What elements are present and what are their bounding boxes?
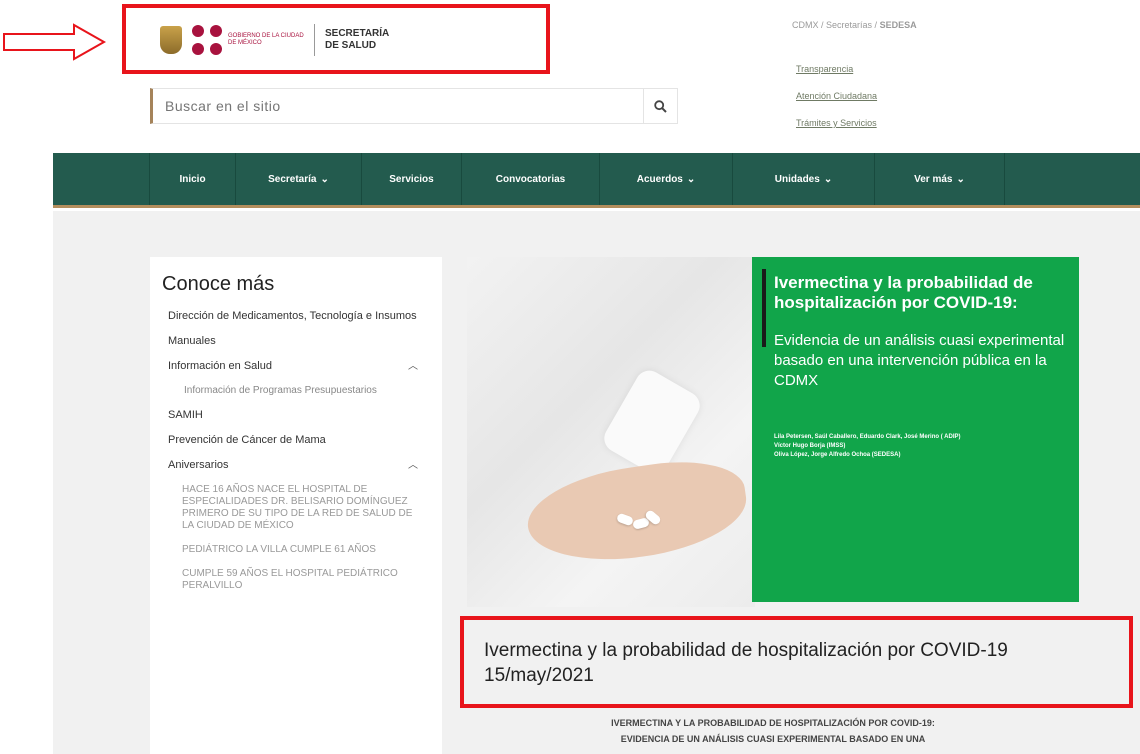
breadcrumb-current: SEDESA (879, 20, 917, 30)
nav-item-label: Unidades (774, 173, 820, 185)
hero-authors: Lila Petersen, Saúl Caballero, Eduardo C… (774, 433, 1065, 460)
sidebar-item-samih[interactable]: SAMIH (168, 409, 424, 422)
chevron-down-icon: ⌄ (686, 173, 696, 185)
page: GOBIERNO DE LA CIUDAD DE MÉXICO SECRETAR… (0, 0, 1140, 754)
sidebar-item-manuales[interactable]: Manuales (168, 335, 424, 348)
top-links: Transparencia Atención Ciudadana Trámite… (796, 56, 877, 137)
hero-author-line: Víctor Hugo Borja (IMSS) (774, 443, 846, 449)
nav-item-ver-mas[interactable]: Ver más ⌄ (875, 153, 1005, 205)
sidebar-item-label: Dirección de Medicamentos, Tecnología e … (168, 310, 417, 322)
sidebar-item-aniversarios[interactable]: Aniversarios ︿ (168, 459, 424, 472)
breadcrumb-cdmx[interactable]: CDMX (792, 20, 819, 30)
main-nav: Inicio Secretaría ⌄ Servicios Convocatori… (53, 153, 1140, 208)
hand-image (521, 452, 753, 572)
hero-author-line: Oliva López, Jorge Alfredo Ochoa (SEDESA… (774, 452, 901, 458)
hero-subtitle: Evidencia de un análisis cuasi experimen… (774, 332, 1065, 389)
nav-item-label: Acuerdos (636, 173, 683, 185)
nav-item-inicio[interactable]: Inicio (150, 153, 236, 205)
sidebar-subitem-aniversario[interactable]: CUMPLE 59 AÑOS EL HOSPITAL PEDIÁTRICO PE… (182, 568, 424, 592)
gobierno-cdmx-text: GOBIERNO DE LA CIUDAD DE MÉXICO (228, 33, 304, 46)
search-bar (150, 88, 678, 124)
search-button[interactable] (643, 89, 677, 123)
logo-divider (314, 24, 315, 56)
secretaria-line: SECRETARÍA (325, 28, 390, 39)
search-icon (654, 99, 667, 113)
nav-item-secretaria[interactable]: Secretaría ⌄ (236, 153, 362, 205)
breadcrumb-secretarias[interactable]: Secretarías (826, 20, 872, 30)
breadcrumb-separator: / (818, 20, 827, 30)
tramites-servicios-link[interactable]: Trámites y Servicios (796, 110, 877, 137)
cdmx-flower-icon (192, 25, 222, 55)
breadcrumb: CDMX / Secretarías / SEDESA (792, 20, 917, 30)
nav-item-label: Ver más (914, 173, 953, 185)
nav-item-label: Secretaría (268, 173, 317, 185)
annotation-highlight-article (460, 616, 1133, 708)
chevron-down-icon: ⌄ (823, 173, 833, 185)
header-logos[interactable]: GOBIERNO DE LA CIUDAD DE MÉXICO SECRETAR… (160, 24, 389, 56)
sidebar-item-label: SAMIH (168, 409, 203, 421)
nav-item-servicios[interactable]: Servicios (362, 153, 462, 205)
sidebar-item-medicamentos[interactable]: Dirección de Medicamentos, Tecnología e … (168, 310, 424, 323)
article-body-line: EVIDENCIA DE UN ANÁLISIS CUASI EXPERIMEN… (620, 734, 926, 744)
sidebar-subitem-programas[interactable]: Información de Programas Presupuestarios (184, 385, 424, 397)
sidebar-item-label: Aniversarios (168, 459, 229, 471)
secretaria-salud-logo-text: SECRETARÍA DE SALUD (325, 28, 389, 52)
atencion-ciudadana-link[interactable]: Atención Ciudadana (796, 83, 877, 110)
nav-item-label: Inicio (179, 173, 206, 185)
nav-item-acuerdos[interactable]: Acuerdos ⌄ (600, 153, 733, 205)
sidebar-item-informacion-salud[interactable]: Información en Salud ︿ (168, 360, 424, 373)
hero-image[interactable] (467, 257, 755, 607)
chevron-up-icon[interactable]: ︿ (408, 360, 418, 373)
sidebar-item-label: Manuales (168, 335, 216, 347)
article-body-line: IVERMECTINA Y LA PROBABILIDAD DE HOSPITA… (611, 718, 935, 728)
sidebar-item-label: Información en Salud (168, 360, 272, 372)
chevron-down-icon: ⌄ (320, 173, 329, 185)
sidebar-item-label: Prevención de Cáncer de Mama (168, 434, 326, 446)
chevron-up-icon[interactable]: ︿ (408, 459, 418, 472)
annotation-arrow-icon (3, 23, 107, 61)
nav-item-convocatorias[interactable]: Convocatorias (462, 153, 600, 205)
sidebar-title: Conoce más (162, 273, 275, 295)
breadcrumb-separator: / (872, 20, 880, 30)
hero-title-bar (762, 269, 766, 347)
transparencia-link[interactable]: Transparencia (796, 56, 877, 83)
nav-item-label: Servicios (389, 173, 434, 185)
sidebar-item-cancer-mama[interactable]: Prevención de Cáncer de Mama (168, 434, 424, 447)
de-salud-line: DE SALUD (325, 40, 377, 51)
nav-item-unidades[interactable]: Unidades ⌄ (733, 153, 875, 205)
sidebar: Conoce más Dirección de Medicamentos, Te… (150, 257, 442, 754)
chevron-down-icon: ⌄ (956, 173, 965, 185)
nav-item-label: Convocatorias (495, 173, 566, 185)
hero-author-line: Lila Petersen, Saúl Caballero, Eduardo C… (774, 434, 961, 440)
hero-banner[interactable]: Ivermectina y la probabilidad de hospita… (752, 257, 1079, 602)
sidebar-subitem-aniversario[interactable]: HACE 16 AÑOS NACE EL HOSPITAL DE ESPECIA… (182, 484, 424, 532)
article-body: IVERMECTINA Y LA PROBABILIDAD DE HOSPITA… (467, 715, 1079, 747)
search-input[interactable] (153, 98, 643, 114)
hero-title: Ivermectina y la probabilidad de hospita… (774, 273, 1033, 312)
cdmx-shield-icon (160, 26, 182, 54)
sidebar-subitem-aniversario[interactable]: PEDIÁTRICO LA VILLA CUMPLE 61 AÑOS (182, 544, 424, 556)
